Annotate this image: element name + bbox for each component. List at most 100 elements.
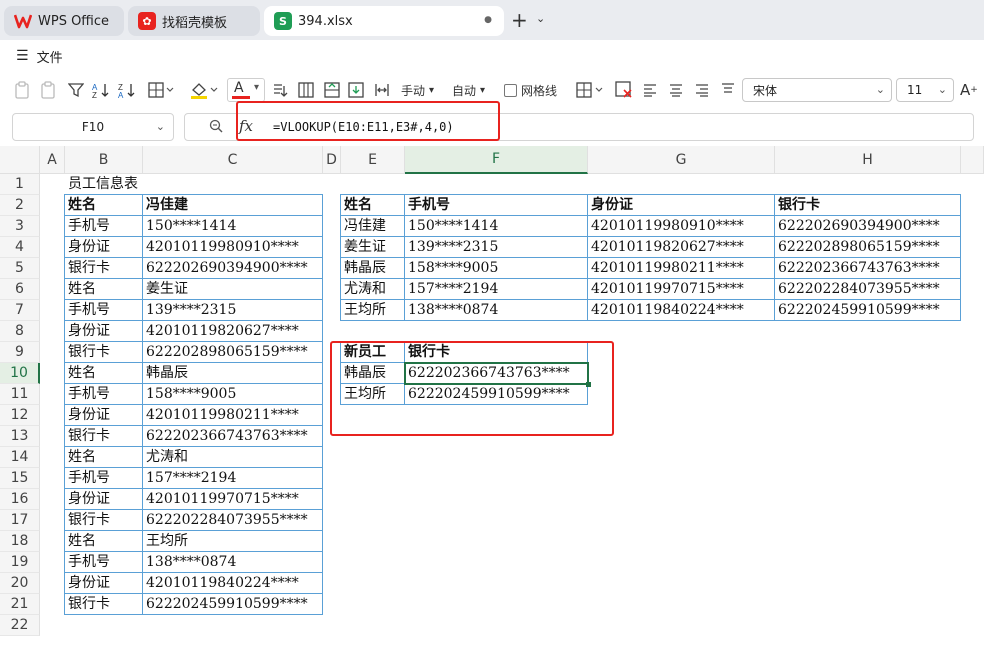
left-table-label-cell[interactable]: 身份证 — [64, 404, 143, 426]
left-table-value-cell[interactable]: 王均所 — [142, 530, 323, 552]
formula-input[interactable]: fx =VLOOKUP(E10:E11,E3#,4,0) — [184, 113, 974, 141]
right-table-header-cell[interactable]: 姓名 — [340, 194, 405, 216]
convert-icon[interactable] — [272, 80, 288, 100]
align-right-icon[interactable] — [695, 80, 709, 100]
left-table-value-cell[interactable]: 139****2315 — [142, 299, 323, 321]
gridlines-checkbox[interactable] — [504, 83, 517, 97]
right-table-cell[interactable]: 139****2315 — [404, 236, 588, 258]
right-table-cell[interactable]: 158****9005 — [404, 257, 588, 279]
tab-394-xlsx[interactable]: S 394.xlsx ● — [264, 6, 504, 36]
left-table-value-cell[interactable]: 42010119980910**** — [142, 236, 323, 258]
right-table-cell[interactable]: 42010119970715**** — [587, 278, 775, 300]
right-table-cell[interactable]: 150****1414 — [404, 215, 588, 237]
row-header-5[interactable]: 5 — [0, 258, 40, 279]
row-header-3[interactable]: 3 — [0, 216, 40, 237]
insert-cells-icon[interactable] — [348, 80, 364, 100]
row-header-19[interactable]: 19 — [0, 552, 40, 573]
right-table-cell[interactable]: 622202284073955**** — [774, 278, 961, 300]
right-table-cell[interactable]: 尤涛和 — [340, 278, 405, 300]
left-table-label-cell[interactable]: 姓名 — [64, 446, 143, 468]
sort-descending-icon[interactable]: ZA — [118, 80, 136, 100]
left-table-label-cell[interactable]: 手机号 — [64, 299, 143, 321]
left-table-label-cell[interactable]: 姓名 — [64, 278, 143, 300]
new-tab-plus-icon[interactable]: + — [511, 8, 528, 32]
chevron-down-icon[interactable]: ⌄ — [536, 12, 545, 25]
freeze-columns-icon[interactable] — [298, 80, 314, 100]
right-table-cell[interactable]: 42010119820627**** — [587, 236, 775, 258]
right-table-cell[interactable]: 622202690394900**** — [774, 215, 961, 237]
select-all-corner[interactable] — [0, 146, 40, 174]
fill-handle[interactable] — [586, 382, 591, 387]
row-header-6[interactable]: 6 — [0, 279, 40, 300]
left-table-value-cell[interactable]: 尤涛和 — [142, 446, 323, 468]
row-header-10[interactable]: 10 — [0, 363, 40, 384]
row-header-20[interactable]: 20 — [0, 573, 40, 594]
lookup-table-header-cell[interactable]: 银行卡 — [404, 341, 588, 363]
right-table-cell[interactable]: 42010119840224**** — [587, 299, 775, 321]
right-table-cell[interactable]: 姜生证 — [340, 236, 405, 258]
lookup-table-cell[interactable]: 王均所 — [340, 383, 405, 405]
lookup-table-cell[interactable]: 622202366743763**** — [404, 362, 588, 384]
fit-icon[interactable] — [374, 80, 390, 100]
column-header-b[interactable]: B — [65, 146, 143, 174]
left-table-label-cell[interactable]: 姓名 — [64, 362, 143, 384]
left-table-value-cell[interactable]: 157****2194 — [142, 467, 323, 489]
left-table-value-cell[interactable]: 冯佳建 — [142, 194, 323, 216]
column-header-e[interactable]: E — [341, 146, 405, 174]
left-table-label-cell[interactable]: 手机号 — [64, 215, 143, 237]
cell-style-icon[interactable] — [576, 80, 604, 100]
borders-icon[interactable] — [148, 80, 174, 100]
sort-ascending-icon[interactable]: AZ — [92, 80, 110, 100]
left-table-label-cell[interactable]: 身份证 — [64, 488, 143, 510]
left-table-value-cell[interactable]: 150****1414 — [142, 215, 323, 237]
lookup-table-cell[interactable]: 韩晶辰 — [340, 362, 405, 384]
left-table-label-cell[interactable]: 身份证 — [64, 236, 143, 258]
column-header-f[interactable]: F — [405, 146, 588, 174]
right-table-header-cell[interactable]: 手机号 — [404, 194, 588, 216]
left-table-value-cell[interactable]: 622202284073955**** — [142, 509, 323, 531]
right-table-cell[interactable]: 157****2194 — [404, 278, 588, 300]
row-header-11[interactable]: 11 — [0, 384, 40, 405]
right-table-cell[interactable]: 622202898065159**** — [774, 236, 961, 258]
left-table-label-cell[interactable]: 姓名 — [64, 530, 143, 552]
right-table-header-cell[interactable]: 银行卡 — [774, 194, 961, 216]
row-header-21[interactable]: 21 — [0, 594, 40, 615]
clear-format-icon[interactable] — [615, 80, 633, 100]
zoom-search-icon[interactable] — [209, 119, 223, 137]
align-top-icon[interactable] — [721, 80, 735, 100]
right-table-cell[interactable]: 138****0874 — [404, 299, 588, 321]
row-header-9[interactable]: 9 — [0, 342, 40, 363]
right-table-cell[interactable]: 42010119980910**** — [587, 215, 775, 237]
left-table-value-cell[interactable]: 42010119980211**** — [142, 404, 323, 426]
row-header-14[interactable]: 14 — [0, 447, 40, 468]
left-table-value-cell[interactable]: 138****0874 — [142, 551, 323, 573]
left-table-label-cell[interactable]: 银行卡 — [64, 509, 143, 531]
left-table-label-cell[interactable]: 银行卡 — [64, 257, 143, 279]
row-header-22[interactable]: 22 — [0, 615, 40, 636]
column-header-c[interactable]: C — [143, 146, 323, 174]
fx-icon[interactable]: fx — [239, 117, 253, 135]
file-menu[interactable]: 文件 — [37, 47, 63, 66]
left-table-label-cell[interactable]: 身份证 — [64, 320, 143, 342]
increase-font-size-icon[interactable]: A + — [960, 80, 978, 100]
right-table-cell[interactable]: 王均所 — [340, 299, 405, 321]
right-table-cell[interactable]: 622202366743763**** — [774, 257, 961, 279]
left-table-label-cell[interactable]: 身份证 — [64, 572, 143, 594]
gridlines-toggle[interactable]: 网格线 — [504, 80, 557, 100]
left-table-label-cell[interactable]: 手机号 — [64, 467, 143, 489]
left-table-label-cell[interactable]: 姓名 — [64, 194, 143, 216]
paste-format-icon[interactable] — [40, 80, 56, 100]
insert-rows-icon[interactable] — [324, 80, 340, 100]
auto-dropdown[interactable]: 自动 ▾ — [452, 80, 485, 100]
column-header-h[interactable]: H — [775, 146, 961, 174]
sheet-title[interactable]: 员工信息表 — [65, 174, 265, 195]
left-table-value-cell[interactable]: 42010119840224**** — [142, 572, 323, 594]
row-header-15[interactable]: 15 — [0, 468, 40, 489]
right-table-cell[interactable]: 冯佳建 — [340, 215, 405, 237]
row-header-16[interactable]: 16 — [0, 489, 40, 510]
align-left-icon[interactable] — [643, 80, 657, 100]
left-table-value-cell[interactable]: 42010119820627**** — [142, 320, 323, 342]
hamburger-menu-icon[interactable]: ☰ — [16, 48, 29, 64]
left-table-label-cell[interactable]: 银行卡 — [64, 341, 143, 363]
right-table-cell[interactable]: 42010119980211**** — [587, 257, 775, 279]
